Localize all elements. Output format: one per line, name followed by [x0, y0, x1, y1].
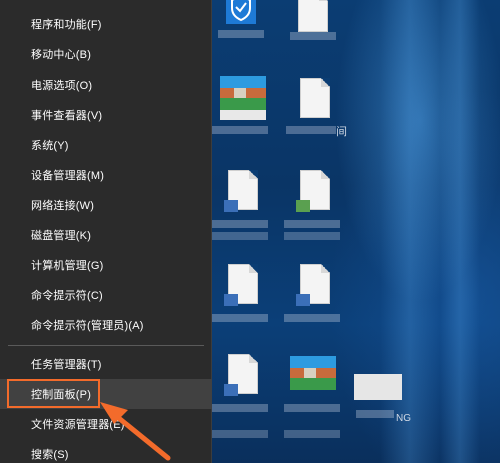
document-icon[interactable] — [220, 352, 264, 400]
menu-item-computer-management[interactable]: 计算机管理(G) — [0, 250, 212, 280]
game-app-icon[interactable] — [290, 356, 336, 400]
menu-separator — [8, 345, 204, 346]
app-badge-icon — [296, 294, 310, 306]
icon-label — [212, 314, 268, 322]
document-icon[interactable] — [292, 76, 336, 124]
app-badge-icon — [224, 200, 238, 212]
menu-item-power-options[interactable]: 电源选项(O) — [0, 70, 212, 100]
document-icon[interactable] — [292, 168, 336, 216]
icon-label-fragment: 间 — [336, 126, 347, 138]
menu-item-disk-management[interactable]: 磁盘管理(K) — [0, 220, 212, 250]
file-icon — [300, 78, 330, 118]
icon-label — [284, 404, 340, 412]
icon-label — [218, 30, 264, 38]
document-icon[interactable] — [220, 262, 264, 310]
icon-label-fragment: NG — [396, 413, 411, 424]
icon-label — [212, 404, 268, 412]
icon-label — [212, 220, 268, 228]
icon-label — [284, 314, 340, 322]
icon-label — [290, 32, 336, 40]
menu-item-command-prompt[interactable]: 命令提示符(C) — [0, 280, 212, 310]
image-thumbnail-icon[interactable] — [354, 374, 402, 400]
menu-item-programs-features[interactable]: 程序和功能(F) — [0, 9, 212, 39]
menu-item-system[interactable]: 系统(Y) — [0, 130, 212, 160]
menu-item-command-prompt-admin[interactable]: 命令提示符(管理员)(A) — [0, 310, 212, 340]
document-icon[interactable] — [290, 0, 336, 40]
annotation-highlight-box — [7, 379, 100, 408]
app-badge-icon — [296, 200, 310, 212]
icon-label — [212, 126, 268, 134]
document-icon[interactable] — [292, 262, 336, 310]
light-beam — [440, 0, 480, 463]
app-badge-icon — [224, 384, 238, 396]
game-app-icon[interactable] — [220, 76, 266, 120]
security-app-icon[interactable] — [218, 0, 264, 38]
icon-label — [286, 126, 336, 134]
app-badge-icon — [224, 294, 238, 306]
menu-item-file-explorer[interactable]: 文件资源管理器(E) — [0, 409, 212, 439]
file-icon — [298, 0, 328, 32]
icon-label — [284, 232, 340, 240]
icon-label — [212, 232, 268, 240]
menu-item-network-connections[interactable]: 网络连接(W) — [0, 190, 212, 220]
icon-label — [356, 410, 394, 418]
menu-item-search[interactable]: 搜索(S) — [0, 439, 212, 463]
document-icon[interactable] — [220, 168, 264, 216]
icon-label — [284, 220, 340, 228]
menu-item-event-viewer[interactable]: 事件查看器(V) — [0, 100, 212, 130]
icon-label — [212, 430, 268, 438]
menu-item-device-manager[interactable]: 设备管理器(M) — [0, 160, 212, 190]
icon-label — [284, 430, 340, 438]
shield-icon — [226, 0, 256, 24]
menu-item-task-manager[interactable]: 任务管理器(T) — [0, 349, 212, 379]
menu-item-mobility-center[interactable]: 移动中心(B) — [0, 39, 212, 69]
